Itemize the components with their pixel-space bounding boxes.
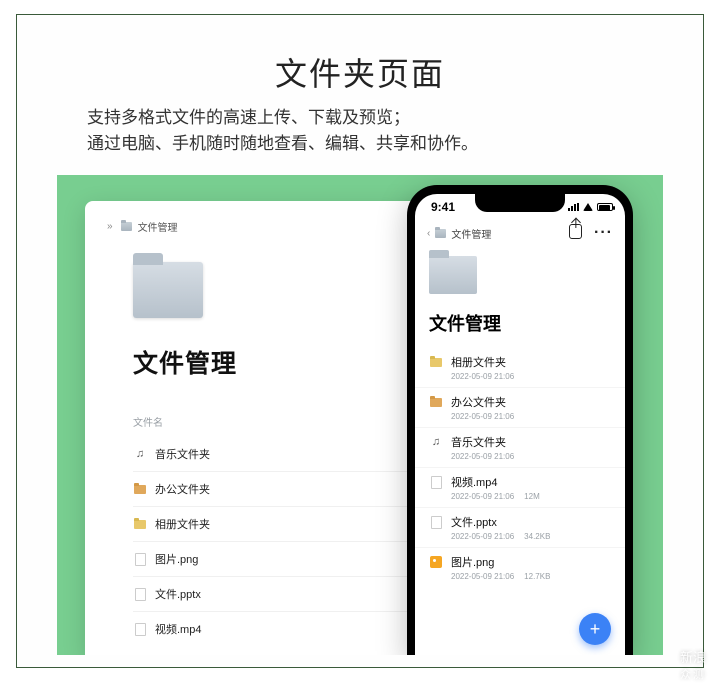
list-item[interactable]: 图片.png 2022-05-09 21:06 12.7KB <box>415 547 625 587</box>
list-item[interactable]: 图片.png <box>133 541 409 576</box>
breadcrumb[interactable]: ‹ 文件管理 <box>427 226 491 241</box>
chevron-left-icon: ‹ <box>427 228 430 239</box>
list-item[interactable]: 办公文件夹 <box>133 471 409 506</box>
file-size: 12.7KB <box>524 572 550 581</box>
breadcrumb-label: 文件管理 <box>451 226 491 241</box>
gold-folder-icon <box>429 395 443 409</box>
list-item[interactable]: 视频.mp4 <box>133 611 409 646</box>
file-time: 2022-05-09 21:06 <box>451 532 514 541</box>
file-name: 音乐文件夹 <box>155 446 210 462</box>
folder-icon <box>435 229 446 238</box>
list-item[interactable]: 相册文件夹 2022-05-09 21:06 <box>415 348 625 387</box>
list-item[interactable]: 办公文件夹 2022-05-09 21:06 <box>415 387 625 427</box>
wifi-icon <box>583 203 593 211</box>
breadcrumb-label: 文件管理 <box>138 219 178 234</box>
file-size: 12M <box>524 492 540 501</box>
battery-icon <box>597 203 613 211</box>
page-title: 文件夹页面 <box>275 49 445 95</box>
list-item[interactable]: 文件.pptx 2022-05-09 21:06 34.2KB <box>415 507 625 547</box>
page-frame: 文件夹页面 支持多格式文件的高速上传、下载及预览； 通过电脑、手机随时随地查看、… <box>16 14 704 668</box>
signal-icon <box>568 203 579 211</box>
list-item[interactable]: ♫ 音乐文件夹 2022-05-09 21:06 <box>415 427 625 467</box>
file-name: 办公文件夹 <box>451 394 506 410</box>
file-time: 2022-05-09 21:06 <box>451 492 514 501</box>
desktop-window: » 文件管理 文件管理 文件名 ♫ 音乐文件夹 办公文件夹 相册文件夹 图片.pn… <box>85 201 431 655</box>
breadcrumb[interactable]: » 文件管理 <box>107 219 409 234</box>
file-size: 34.2KB <box>524 532 550 541</box>
folder-icon <box>121 222 132 231</box>
doc-icon <box>133 552 147 566</box>
watermark-line1: 新浪 <box>680 650 706 665</box>
file-name: 办公文件夹 <box>155 481 210 497</box>
desktop-heading: 文件管理 <box>133 344 409 380</box>
watermark: 新浪 众测 <box>680 647 706 682</box>
doc-icon <box>429 515 443 529</box>
file-name: 视频.mp4 <box>451 474 497 490</box>
status-time: 9:41 <box>431 200 455 214</box>
chevron-right-icon: » <box>107 221 113 232</box>
file-time: 2022-05-09 21:06 <box>451 372 514 381</box>
doc-icon <box>429 475 443 489</box>
phone-screen: 9:41 ‹ 文件管理 ··· <box>415 194 625 655</box>
music-icon: ♫ <box>133 447 147 461</box>
music-icon: ♫ <box>429 435 443 449</box>
file-name: 音乐文件夹 <box>451 434 506 450</box>
list-item[interactable]: 相册文件夹 <box>133 506 409 541</box>
file-name: 相册文件夹 <box>451 354 506 370</box>
list-item[interactable]: 视频.mp4 2022-05-09 21:06 12M <box>415 467 625 507</box>
share-icon[interactable] <box>569 224 582 239</box>
file-time: 2022-05-09 21:06 <box>451 452 514 461</box>
list-item[interactable]: 文件.pptx <box>133 576 409 611</box>
photo-folder-icon <box>429 355 443 369</box>
subtitle-line-1: 支持多格式文件的高速上传、下载及预览； <box>87 105 478 131</box>
page-subtitle: 支持多格式文件的高速上传、下载及预览； 通过电脑、手机随时随地查看、编辑、共享和… <box>87 105 478 158</box>
file-name: 图片.png <box>451 554 494 570</box>
file-name: 图片.png <box>155 551 198 567</box>
folder-large-icon <box>133 262 203 318</box>
file-name: 文件.pptx <box>451 514 497 530</box>
folder-large-icon <box>429 256 477 294</box>
watermark-line2: 众测 <box>680 666 706 682</box>
gold-folder-icon <box>133 482 147 496</box>
doc-icon <box>133 622 147 636</box>
more-icon[interactable]: ··· <box>594 224 613 242</box>
desktop-file-list: ♫ 音乐文件夹 办公文件夹 相册文件夹 图片.png 文件.pptx 视频.mp4 <box>133 437 409 646</box>
list-item[interactable]: ♫ 音乐文件夹 <box>133 437 409 471</box>
file-name: 相册文件夹 <box>155 516 210 532</box>
column-header-name: 文件名 <box>133 414 409 429</box>
file-name: 视频.mp4 <box>155 621 201 637</box>
file-time: 2022-05-09 21:06 <box>451 572 514 581</box>
doc-icon <box>133 587 147 601</box>
subtitle-line-2: 通过电脑、手机随时随地查看、编辑、共享和协作。 <box>87 131 478 157</box>
phone-heading: 文件管理 <box>429 310 625 336</box>
photo-folder-icon <box>133 517 147 531</box>
showcase-area: » 文件管理 文件管理 文件名 ♫ 音乐文件夹 办公文件夹 相册文件夹 图片.pn… <box>57 175 663 655</box>
phone-frame: 9:41 ‹ 文件管理 ··· <box>407 185 633 655</box>
add-button[interactable]: + <box>579 613 611 645</box>
file-name: 文件.pptx <box>155 586 201 602</box>
phone-notch <box>475 194 565 212</box>
phone-header: ‹ 文件管理 ··· <box>415 224 625 242</box>
image-orange-icon <box>429 555 443 569</box>
phone-file-list: 相册文件夹 2022-05-09 21:06 办公文件夹 2022-05-09 … <box>415 348 625 587</box>
file-time: 2022-05-09 21:06 <box>451 412 514 421</box>
